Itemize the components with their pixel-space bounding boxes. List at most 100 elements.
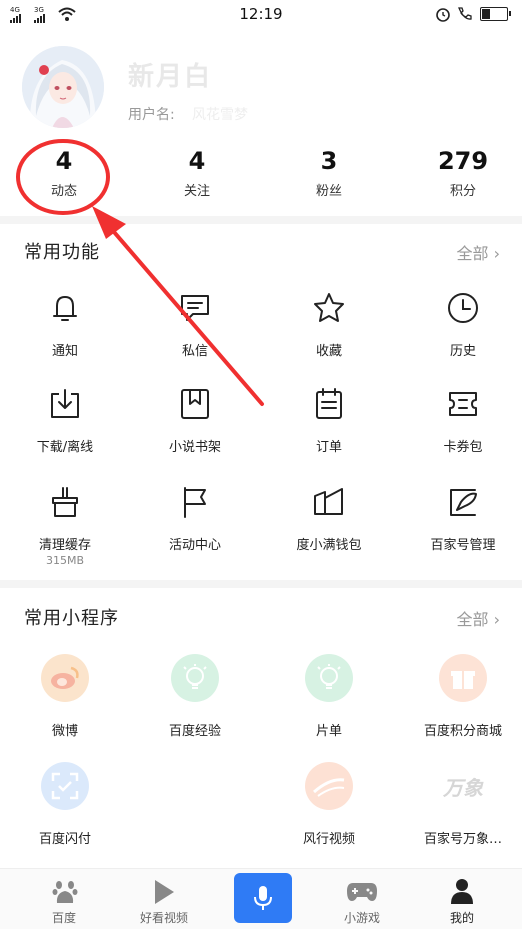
function-orders[interactable]: 订单 [264, 386, 394, 455]
stat-points[interactable]: 279 积分 [413, 146, 513, 199]
mini-program-baidu-jingyan[interactable]: 百度经验 [130, 654, 260, 739]
function-baijiahao-manage[interactable]: 百家号管理 [398, 484, 522, 553]
calendar-icon [316, 388, 342, 419]
function-label: 度小满钱包 [296, 538, 362, 553]
edit-icon [450, 489, 477, 516]
userid-label: 用户名: [128, 107, 175, 123]
stat-label: 粉丝 [315, 184, 342, 199]
mini-program-baidu-pay[interactable]: 百度闪付 [0, 762, 130, 847]
tab-baidu[interactable]: 百度 [12, 869, 116, 929]
user-icon [451, 879, 473, 904]
function-label: 订单 [315, 440, 342, 455]
tab-label: 好看视频 [139, 911, 188, 925]
lightbulb-icon [305, 654, 353, 702]
stat-label: 积分 [449, 184, 476, 199]
tab-mini-games[interactable]: 小游戏 [310, 869, 414, 929]
function-label: 活动中心 [168, 538, 221, 553]
mini-program-wanxiang[interactable]: 万象 百家号万象… [398, 762, 522, 847]
function-label: 私信 [181, 344, 208, 359]
stat-following[interactable]: 4 关注 [147, 146, 247, 199]
voice-search-button[interactable] [234, 873, 292, 923]
bookmark-icon [181, 389, 209, 419]
function-activity-center[interactable]: 活动中心 [130, 484, 260, 553]
status-bar: 4G 3G 12:19 [0, 0, 522, 28]
ticket-icon [449, 392, 477, 416]
all-label: 全部 [456, 610, 489, 629]
hd-call-icon [458, 7, 472, 20]
alarm-icon [436, 8, 450, 22]
function-label: 小说书架 [168, 440, 221, 455]
chevron-right-icon: › [493, 244, 500, 263]
stat-posts[interactable]: 4 动态 [14, 146, 114, 199]
broom-icon [52, 487, 78, 517]
cache-size: 315MB [45, 554, 85, 567]
avatar[interactable] [22, 46, 104, 128]
clock-icon [448, 293, 478, 323]
download-icon [51, 389, 79, 418]
wanxiang-logo-text: 万象 [443, 775, 483, 800]
function-favorites[interactable]: 收藏 [264, 290, 394, 359]
bottom-tab-bar: 百度 好看视频 小游戏 我的 [0, 868, 522, 929]
wallet-icon [314, 488, 343, 515]
message-icon [181, 295, 209, 321]
tab-label: 小游戏 [343, 911, 380, 925]
flag-icon [184, 487, 206, 518]
stat-value: 3 [320, 147, 338, 175]
mini-program-label: 百度经验 [168, 724, 221, 739]
function-label: 卡券包 [443, 440, 483, 455]
function-notifications[interactable]: 通知 [0, 290, 130, 359]
battery-icon [480, 7, 511, 21]
mini-program-piandan[interactable]: 片单 [264, 654, 394, 739]
userid-value: 风花雪梦 [192, 107, 248, 123]
function-label: 清理缓存 [38, 538, 91, 553]
stat-value: 4 [55, 147, 73, 175]
common-functions-all-link[interactable]: 全部 › [456, 240, 500, 264]
gamepad-icon [347, 883, 377, 901]
wanxiang-icon: 万象 [439, 762, 487, 810]
mini-program-label: 百家号万象… [423, 832, 502, 847]
stat-label: 关注 [183, 184, 210, 199]
function-history[interactable]: 历史 [398, 290, 522, 359]
microphone-icon [254, 886, 272, 910]
mini-programs-title: 常用小程序 [24, 608, 119, 629]
wind-icon [305, 762, 353, 810]
function-wallet[interactable]: 度小满钱包 [264, 484, 394, 553]
tab-haokan-video[interactable]: 好看视频 [112, 869, 216, 929]
mini-program-label: 百度积分商城 [423, 724, 502, 739]
gift-icon [439, 654, 487, 702]
mini-programs-all-link[interactable]: 全部 › [456, 606, 500, 630]
chevron-right-icon: › [493, 610, 500, 629]
weibo-icon [41, 654, 89, 702]
stat-value: 279 [437, 147, 489, 175]
function-coupons[interactable]: 卡券包 [398, 386, 522, 455]
function-label: 百家号管理 [430, 538, 496, 553]
function-messages[interactable]: 私信 [130, 290, 260, 359]
function-label: 收藏 [315, 344, 342, 359]
common-functions-title: 常用功能 [24, 242, 100, 263]
function-clear-cache[interactable]: 清理缓存 315MB [0, 484, 130, 567]
function-bookshelf[interactable]: 小说书架 [130, 386, 260, 455]
function-label: 通知 [51, 344, 78, 359]
function-label: 历史 [449, 344, 476, 359]
tab-label: 我的 [449, 911, 474, 925]
lightbulb-icon [171, 654, 219, 702]
bell-icon [53, 296, 77, 321]
stat-followers[interactable]: 3 粉丝 [279, 146, 379, 199]
stat-label: 动态 [50, 184, 77, 199]
mini-program-fengxing-video[interactable]: 风行视频 [264, 762, 394, 847]
function-downloads[interactable]: 下载/离线 [0, 386, 130, 455]
mini-program-label: 百度闪付 [38, 832, 91, 847]
tab-label: 百度 [51, 911, 76, 925]
section-divider [0, 580, 522, 588]
mini-program-weibo[interactable]: 微博 [0, 654, 130, 739]
mini-program-label: 微博 [51, 724, 78, 739]
section-divider [0, 216, 522, 224]
all-label: 全部 [456, 244, 489, 263]
mini-program-points-mall[interactable]: 百度积分商城 [398, 654, 522, 739]
mini-program-label: 风行视频 [302, 832, 355, 847]
mini-program-label: 片单 [315, 724, 342, 739]
star-icon [314, 293, 344, 322]
scan-icon [41, 762, 89, 810]
baidu-paw-icon [52, 881, 78, 903]
tab-mine[interactable]: 我的 [410, 869, 514, 929]
